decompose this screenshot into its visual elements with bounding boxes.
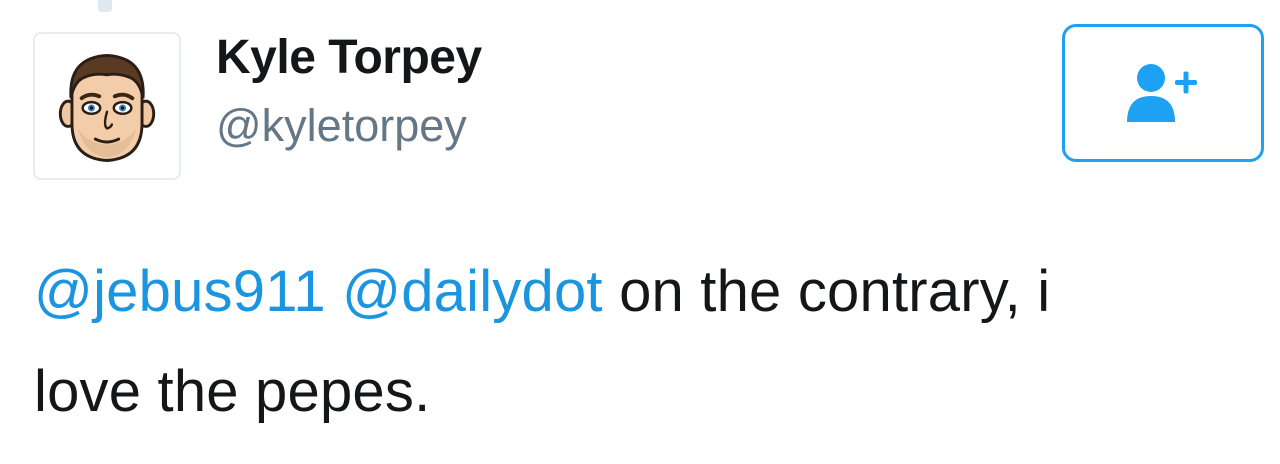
follow-button[interactable]: [1062, 24, 1264, 162]
tweet-body-line1: on the contrary, i: [619, 259, 1051, 324]
tweet-text: @jebus911 @dailydot on the contrary, i l…: [34, 242, 1254, 442]
user-handle[interactable]: @kyletorpey: [216, 94, 467, 158]
add-user-icon: [1127, 64, 1197, 122]
thread-connector-line: [98, 0, 112, 12]
bitmoji-avatar-icon: [58, 53, 156, 162]
mention-jebus911[interactable]: @jebus911: [34, 259, 326, 324]
avatar[interactable]: [33, 32, 181, 180]
display-name[interactable]: Kyle Torpey: [216, 26, 482, 90]
tweet-body-line2: love the pepes.: [34, 359, 431, 424]
mention-dailydot[interactable]: @dailydot: [342, 259, 603, 324]
